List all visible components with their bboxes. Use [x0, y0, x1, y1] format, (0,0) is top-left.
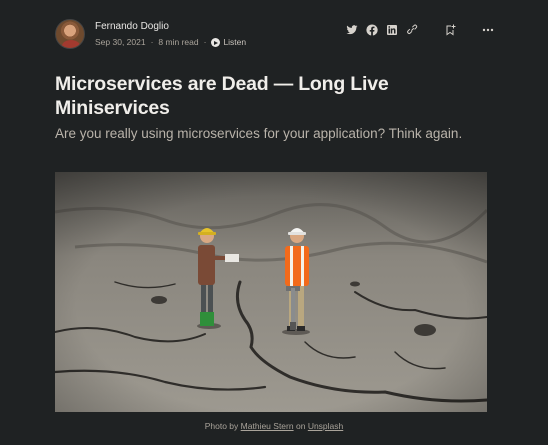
caption-prefix: Photo by — [204, 421, 239, 431]
twitter-icon[interactable] — [345, 23, 359, 37]
post-meta: Sep 30, 2021 · 8 min read · Listen — [95, 37, 246, 48]
listen-button[interactable]: Listen — [211, 37, 246, 48]
photo-caption: Photo by Mathieu Stern on Unsplash — [0, 421, 548, 432]
share-actions — [339, 23, 495, 37]
facebook-icon[interactable] — [365, 23, 379, 37]
more-options-icon[interactable] — [481, 23, 495, 37]
meta-separator: · — [203, 37, 207, 47]
author-name[interactable]: Fernando Doglio — [95, 20, 246, 33]
caption-on: on — [295, 421, 306, 431]
linkedin-icon[interactable] — [385, 23, 399, 37]
article-page: Fernando Doglio Sep 30, 2021 · 8 min rea… — [0, 0, 548, 445]
bookmark-add-icon[interactable] — [443, 23, 457, 37]
author-avatar[interactable] — [55, 19, 85, 49]
article-title: Microservices are Dead — Long Live Minis… — [55, 73, 389, 119]
source-link[interactable]: Unsplash — [308, 421, 343, 431]
article-hero-image[interactable] — [55, 172, 487, 412]
link-icon[interactable] — [405, 23, 419, 37]
article-subtitle: Are you really using microservices for y… — [55, 126, 463, 141]
author-meta: Fernando Doglio Sep 30, 2021 · 8 min rea… — [95, 20, 246, 48]
listen-label: Listen — [223, 37, 247, 47]
photographer-link[interactable]: Mathieu Stern — [241, 421, 294, 431]
author-bar: Fernando Doglio Sep 30, 2021 · 8 min rea… — [55, 17, 495, 51]
publish-date: Sep 30, 2021 — [95, 37, 146, 47]
read-time: 8 min read — [158, 37, 199, 47]
play-icon — [211, 38, 221, 47]
meta-separator: · — [150, 37, 154, 47]
